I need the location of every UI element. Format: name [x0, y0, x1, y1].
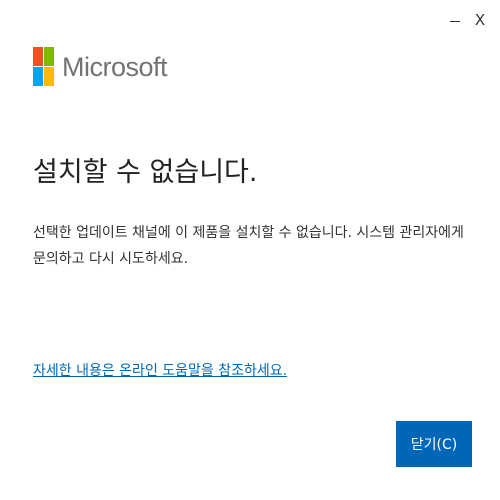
dialog-heading: 설치할 수 없습니다.	[33, 157, 258, 188]
microsoft-logo-icon	[33, 47, 54, 87]
logo-square-yellow	[44, 67, 54, 86]
window-close-button[interactable]: X	[465, 8, 495, 32]
close-icon: X	[474, 10, 486, 29]
microsoft-logo: Microsoft	[33, 47, 168, 87]
title-bar: X	[0, 0, 500, 40]
logo-square-green	[44, 47, 54, 66]
error-message: 선택한 업데이트 채널에 이 제품을 설치할 수 없습니다. 시스템 관리자에게…	[33, 225, 464, 267]
online-help-link[interactable]: 자세한 내용은 온라인 도움말을 참조하세요.	[33, 360, 287, 380]
logo-square-red	[33, 47, 43, 66]
minimize-icon	[450, 20, 460, 22]
logo-square-blue	[33, 67, 43, 86]
close-dialog-button[interactable]: 닫기(C)	[396, 421, 472, 467]
logo-wordmark: Microsoft	[62, 51, 168, 82]
installer-dialog: X Microsoft 설치할 수 없습니다. 선택한 업데이트 채널에 이 제…	[0, 0, 500, 500]
